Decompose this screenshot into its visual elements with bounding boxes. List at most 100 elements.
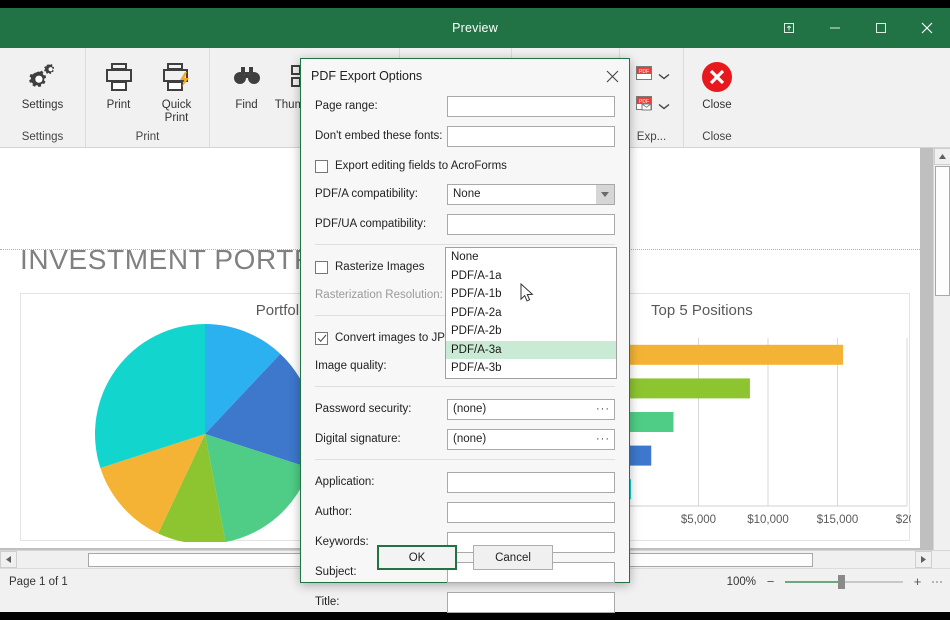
export-acroforms-checkbox[interactable] <box>315 160 328 173</box>
pdfua-compatibility-combobox[interactable] <box>447 214 615 235</box>
cancel-button[interactable]: Cancel <box>473 545 553 570</box>
author-label: Author: <box>315 506 447 518</box>
divider <box>315 244 615 245</box>
dropdown-option[interactable]: PDF/A-3a <box>446 341 616 360</box>
window-controls <box>766 8 950 48</box>
pdfa-compatibility-combobox[interactable]: None <box>447 184 615 205</box>
dont-embed-fonts-label: Don't embed these fonts: <box>315 130 447 142</box>
zoom-slider-thumb[interactable] <box>838 575 845 589</box>
find-button[interactable]: Find <box>218 53 276 112</box>
rasterization-resolution-label: Rasterization Resolution: <box>315 289 447 301</box>
vertical-scrollbar[interactable] <box>933 148 950 568</box>
page-title: INVESTMENT PORTFO <box>20 244 334 276</box>
password-security-field[interactable]: (none) ··· <box>447 399 615 420</box>
bar <box>629 412 673 432</box>
resize-grip[interactable] <box>932 581 942 583</box>
application-input[interactable] <box>447 472 615 493</box>
scroll-right-button[interactable] <box>915 551 932 568</box>
dropdown-option[interactable]: None <box>446 248 616 267</box>
application-row: Application: <box>315 469 615 495</box>
title-input[interactable] <box>447 592 615 613</box>
author-input[interactable] <box>447 502 615 523</box>
email-pdf-button[interactable]: PDF <box>630 91 674 121</box>
zoom-slider-track-empty <box>842 581 903 583</box>
page-info: Page 1 of 1 <box>0 576 68 588</box>
rasterize-images-label: Rasterize Images <box>335 261 424 273</box>
title-row: Title: <box>315 589 615 615</box>
bar <box>629 345 843 365</box>
page-range-row: Page range: <box>315 93 615 119</box>
ribbon-group-print: Print <box>86 48 210 147</box>
ribbon-group-label-settings: Settings <box>4 127 81 147</box>
digital-signature-field[interactable]: (none) ··· <box>447 429 615 450</box>
quick-print-button[interactable]: Quick Print <box>148 53 206 125</box>
author-row: Author: <box>315 499 615 525</box>
close-circle-icon <box>700 57 734 97</box>
bar <box>629 378 750 398</box>
export-acroforms-row[interactable]: Export editing fields to AcroForms <box>315 153 615 179</box>
digital-signature-label: Digital signature: <box>315 433 447 445</box>
close-icon[interactable] <box>904 8 950 48</box>
ribbon-group-close: Close Close <box>684 48 750 147</box>
export-acroforms-label: Export editing fields to AcroForms <box>335 160 507 172</box>
zoom-out-button[interactable]: − <box>765 574 776 589</box>
binoculars-icon <box>231 57 263 97</box>
x-tick-label: $10,000 <box>747 514 789 526</box>
svg-text:PDF: PDF <box>639 69 649 75</box>
pdfa-compatibility-label: PDF/A compatibility: <box>315 188 447 200</box>
password-security-more-button[interactable]: ··· <box>596 400 610 419</box>
bar <box>629 446 651 466</box>
title-bar: Preview <box>0 8 950 48</box>
page-range-input[interactable] <box>447 96 615 117</box>
chevron-down-icon[interactable] <box>658 103 670 110</box>
gears-icon <box>26 57 60 97</box>
chevron-down-icon[interactable] <box>596 185 614 204</box>
x-tick-label: $15,000 <box>817 514 859 526</box>
dialog-title: PDF Export Options <box>311 69 422 83</box>
application-label: Application: <box>315 476 447 488</box>
bar-chart-canvas: $5,000$10,000$15,000$20, <box>611 294 911 542</box>
dropdown-option[interactable]: PDF/A-2b <box>446 322 616 341</box>
dont-embed-fonts-input[interactable] <box>447 126 615 147</box>
scroll-up-button[interactable] <box>934 148 950 165</box>
digital-signature-more-button[interactable]: ··· <box>596 430 610 449</box>
minimize-icon[interactable] <box>812 8 858 48</box>
printer-icon <box>103 57 135 97</box>
rasterize-images-checkbox[interactable] <box>315 261 328 274</box>
ok-button[interactable]: OK <box>377 545 457 570</box>
quick-print-icon <box>161 57 193 97</box>
chevron-down-icon[interactable] <box>658 73 670 80</box>
export-pdf-button[interactable]: PDF <box>630 61 674 91</box>
quick-print-label: Quick Print <box>145 99 209 125</box>
close-button[interactable]: Close <box>688 53 746 112</box>
pdfa-compatibility-value: None <box>453 188 481 200</box>
zoom-level: 100% <box>727 576 756 588</box>
dropdown-option[interactable]: PDF/A-3b <box>446 359 616 378</box>
password-security-value: (none) <box>453 403 486 415</box>
zoom-slider[interactable] <box>785 575 903 589</box>
mouse-cursor <box>520 283 536 310</box>
settings-button[interactable]: Settings <box>14 53 72 112</box>
convert-jpeg-checkbox[interactable] <box>315 332 328 345</box>
x-tick-label: $20, <box>896 514 911 526</box>
zoom-controls: 100% − + <box>727 574 942 589</box>
pdfa-compatibility-dropdown-list[interactable]: NonePDF/A-1aPDF/A-1bPDF/A-2aPDF/A-2bPDF/… <box>445 247 617 379</box>
vertical-scroll-thumb[interactable] <box>935 166 950 296</box>
convert-jpeg-label: Convert images to JPEG <box>335 332 462 344</box>
close-icon[interactable] <box>599 63 625 89</box>
export-pdf-icon: PDF <box>634 63 654 88</box>
scroll-left-button[interactable] <box>0 551 17 568</box>
maximize-icon[interactable] <box>858 8 904 48</box>
zoom-in-button-status[interactable]: + <box>912 574 923 589</box>
restore-down-icon[interactable] <box>766 8 812 48</box>
screenshot-root: Preview <box>0 0 950 620</box>
find-label: Find <box>215 99 279 112</box>
digital-signature-value: (none) <box>453 433 486 445</box>
bar-chart: Top 5 Positions $5,000$10,000$15,000$20, <box>610 293 910 541</box>
divider <box>315 386 615 387</box>
close-label: Close <box>685 99 749 112</box>
pdfua-compatibility-row: PDF/UA compatibility: <box>315 211 615 237</box>
ribbon-group-label-export: Exp... <box>624 127 679 147</box>
image-quality-label: Image quality: <box>315 360 447 372</box>
print-button[interactable]: Print <box>90 53 148 112</box>
